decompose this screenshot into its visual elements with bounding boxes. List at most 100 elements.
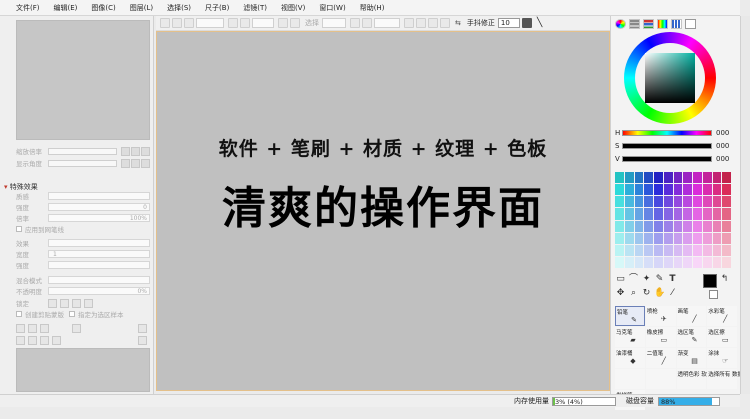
rotate-left-button[interactable] [121,158,130,168]
scratchpad-tab-icon[interactable] [685,18,696,29]
menu-window[interactable]: 窗口(W) [319,3,345,13]
color-swatch[interactable] [624,208,634,220]
color-swatch[interactable] [644,172,653,184]
menu-file[interactable]: 文件(F) [16,3,40,13]
scale-field[interactable]: 100% [48,214,150,222]
color-swatch[interactable] [644,232,653,244]
color-swatch[interactable] [634,256,644,268]
color-swatch[interactable] [615,172,624,184]
color-swatch[interactable] [654,232,663,244]
color-swatch[interactable] [673,232,683,244]
color-swatch[interactable] [702,196,712,208]
background-color[interactable] [709,290,718,299]
color-swatch[interactable] [693,244,702,256]
menu-ruler[interactable]: 尺子(B) [205,3,229,13]
color-swatch[interactable] [722,172,731,184]
magic-wand-icon[interactable]: ✦ [641,274,652,285]
color-swatch[interactable] [615,220,624,232]
color-swatch[interactable] [693,232,702,244]
effect-select[interactable] [48,239,150,247]
color-swatch[interactable] [663,208,673,220]
color-swatch[interactable] [624,256,634,268]
color-swatch[interactable] [683,220,692,232]
toolbar-button-11[interactable] [416,18,426,28]
hand-icon[interactable]: ✋ [654,288,665,299]
color-swatch[interactable] [702,208,712,220]
color-swatch[interactable] [712,172,722,184]
color-swatch[interactable] [693,172,702,184]
menu-help[interactable]: 帮助(H) [360,3,385,13]
move-icon[interactable]: ✥ [615,288,626,299]
color-picker-icon[interactable]: ⁄ [667,288,678,299]
brush-slot[interactable]: 喷枪 ✈ [645,306,676,326]
color-swatch[interactable] [693,220,702,232]
color-swatch[interactable] [624,196,634,208]
color-swatch[interactable] [722,208,731,220]
color-swatch[interactable] [702,172,712,184]
color-swatch[interactable] [654,244,663,256]
select-dropdown[interactable] [322,18,346,28]
brush-slot[interactable]: 铅笔 ✎ [615,306,645,326]
color-swatch[interactable] [644,208,653,220]
color-swatch[interactable] [722,232,731,244]
color-swatch[interactable] [634,244,644,256]
navigator-preview[interactable] [16,20,150,140]
color-swatch[interactable] [634,196,644,208]
toolbar-button-9[interactable] [362,18,372,28]
color-swatch[interactable] [673,220,683,232]
color-swatch[interactable] [624,220,634,232]
toolbar-button-2[interactable] [172,18,182,28]
color-swatch[interactable] [673,172,683,184]
zoom-icon[interactable]: ⌕ [628,288,639,299]
zoom-reset-button[interactable] [141,146,150,156]
toolbar-button-12[interactable] [428,18,438,28]
color-swatch[interactable] [615,196,624,208]
new-folder-icon[interactable] [40,323,49,333]
rect-select-icon[interactable]: ▭ [615,274,626,285]
color-swatch[interactable] [702,220,712,232]
color-swatch[interactable] [712,244,722,256]
saturation-slider[interactable] [622,142,712,149]
texture-select[interactable] [48,192,150,200]
brush-slot[interactable] [615,369,645,389]
color-swatch[interactable] [702,256,712,268]
right-scrollbar[interactable] [740,16,750,394]
opacity-field[interactable]: 0% [48,287,150,295]
color-swatch[interactable] [644,184,653,196]
menu-filter[interactable]: 滤镜(T) [243,3,267,13]
blend-mode-select[interactable] [48,276,150,284]
color-swatch[interactable] [615,232,624,244]
color-swatch[interactable] [712,220,722,232]
canvas[interactable]: 软件 + 笔刷 + 材质 + 纹理 + 色板 清爽的操作界面 [156,31,610,391]
color-swatch[interactable] [712,196,722,208]
effect-strength-field[interactable] [48,261,150,269]
clip-checkbox[interactable] [16,311,22,317]
lock-all-icon[interactable] [84,298,93,308]
color-swatch[interactable] [683,208,692,220]
toolbar-field-2[interactable] [252,18,274,28]
rgb-slider-tab-icon[interactable] [629,18,640,29]
paste-layer-icon[interactable] [72,323,81,333]
color-swatch[interactable] [722,256,731,268]
width-field[interactable]: 1 [48,250,150,258]
transfer-down-icon[interactable] [40,335,49,345]
clear-layer-icon[interactable] [28,335,37,345]
brush-slot[interactable]: 选区擦 ▭ [707,327,737,347]
color-swatch[interactable] [683,256,692,268]
color-swatch[interactable] [634,208,644,220]
zoom-out-button[interactable] [121,146,130,156]
text-tool-icon[interactable]: T [667,274,678,285]
brush-slot[interactable]: 马克笔 ▰ [615,327,645,347]
toolbar-button-4[interactable] [228,18,238,28]
color-wheel-tab-icon[interactable] [615,18,626,29]
brush-slot[interactable]: 画笔 ╱ [676,306,707,326]
color-swatch[interactable] [654,172,663,184]
brush-slot[interactable] [645,369,676,389]
color-swatch[interactable] [644,256,653,268]
swap-colors-icon[interactable]: ↰ [719,274,730,285]
color-swatch[interactable] [693,208,702,220]
menu-layer[interactable]: 图层(L) [130,3,153,13]
toolbar-button-6[interactable] [278,18,288,28]
saturation-value[interactable]: 000 [716,142,729,150]
hue-slider[interactable] [622,129,712,136]
